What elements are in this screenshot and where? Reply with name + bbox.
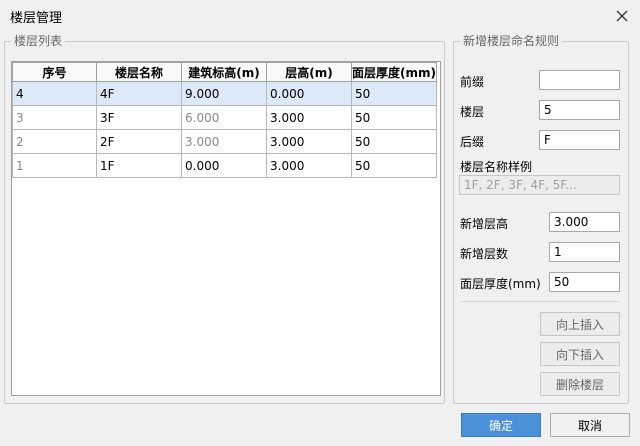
cell-index: 3 bbox=[12, 105, 97, 130]
prefix-input[interactable] bbox=[539, 70, 620, 90]
column-header-thickness[interactable]: 面层厚度(mm) bbox=[351, 62, 437, 82]
floor-table: 序号 楼层名称 建筑标高(m) 层高(m) 面层厚度(mm) 4 4F 9.00… bbox=[11, 61, 441, 396]
table-row[interactable]: 3 3F 6.000 3.000 50 bbox=[12, 105, 437, 130]
table-row[interactable]: 4 4F 9.000 0.000 50 bbox=[12, 81, 437, 106]
cell-index: 2 bbox=[12, 129, 97, 154]
cell-elevation[interactable]: 9.000 bbox=[181, 81, 267, 106]
delete-floor-button[interactable]: 删除楼层 bbox=[540, 372, 620, 396]
insert-above-button[interactable]: 向上插入 bbox=[540, 312, 620, 336]
floor-list-group: 楼层列表 序号 楼层名称 建筑标高(m) 层高(m) 面层厚度(mm) 4 4F bbox=[4, 34, 445, 404]
cell-thickness[interactable]: 50 bbox=[351, 129, 437, 154]
new-count-input[interactable] bbox=[549, 242, 620, 262]
window-title: 楼层管理 bbox=[10, 11, 63, 26]
table-header-row: 序号 楼层名称 建筑标高(m) 层高(m) 面层厚度(mm) bbox=[12, 62, 437, 82]
suffix-label: 后缀 bbox=[460, 135, 485, 149]
example-label: 楼层名称样例 bbox=[460, 160, 533, 174]
title-bar: 楼层管理 bbox=[0, 0, 640, 32]
floor-list-title: 楼层列表 bbox=[11, 34, 66, 48]
cell-height[interactable]: 0.000 bbox=[266, 81, 352, 106]
new-count-label: 新增层数 bbox=[460, 247, 509, 261]
suffix-input[interactable] bbox=[539, 130, 620, 150]
cell-height[interactable]: 3.000 bbox=[266, 129, 352, 154]
cell-name[interactable]: 3F bbox=[96, 105, 182, 130]
prefix-label: 前缀 bbox=[460, 75, 485, 89]
cell-height[interactable]: 3.000 bbox=[266, 153, 352, 178]
thickness-label: 面层厚度(mm) bbox=[460, 277, 541, 291]
table-row[interactable]: 1 1F 0.000 3.000 50 bbox=[12, 153, 437, 178]
cell-thickness[interactable]: 50 bbox=[351, 81, 437, 106]
cell-name[interactable]: 2F bbox=[96, 129, 182, 154]
cell-name[interactable]: 1F bbox=[96, 153, 182, 178]
naming-rule-title: 新增楼层命名规则 bbox=[460, 34, 563, 48]
column-header-index[interactable]: 序号 bbox=[12, 62, 97, 82]
cell-height[interactable]: 3.000 bbox=[266, 105, 352, 130]
column-header-height[interactable]: 层高(m) bbox=[266, 62, 352, 82]
new-height-input[interactable] bbox=[549, 212, 620, 232]
cell-elevation[interactable]: 0.000 bbox=[181, 153, 267, 178]
ok-button[interactable]: 确定 bbox=[461, 413, 541, 437]
cell-index: 1 bbox=[12, 153, 97, 178]
divider bbox=[460, 301, 620, 302]
table-row[interactable]: 2 2F 3.000 3.000 50 bbox=[12, 129, 437, 154]
cell-name[interactable]: 4F bbox=[96, 81, 182, 106]
column-header-elevation[interactable]: 建筑标高(m) bbox=[181, 62, 267, 82]
floor-label: 楼层 bbox=[460, 105, 485, 119]
cell-index: 4 bbox=[12, 81, 97, 106]
insert-below-button[interactable]: 向下插入 bbox=[540, 342, 620, 366]
new-height-label: 新增层高 bbox=[460, 217, 509, 231]
floor-input[interactable] bbox=[539, 100, 620, 120]
cell-thickness[interactable]: 50 bbox=[351, 153, 437, 178]
thickness-input[interactable] bbox=[549, 272, 620, 292]
cell-elevation: 6.000 bbox=[181, 105, 267, 130]
example-field bbox=[459, 175, 620, 195]
column-header-name[interactable]: 楼层名称 bbox=[96, 62, 182, 82]
close-icon[interactable] bbox=[612, 6, 632, 26]
cell-thickness[interactable]: 50 bbox=[351, 105, 437, 130]
cancel-button[interactable]: 取消 bbox=[550, 413, 630, 437]
naming-rule-group: 新增楼层命名规则 前缀 楼层 后缀 楼层名称样例 新增层高 新增层数 面层厚度(… bbox=[453, 34, 629, 404]
cell-elevation: 3.000 bbox=[181, 129, 267, 154]
